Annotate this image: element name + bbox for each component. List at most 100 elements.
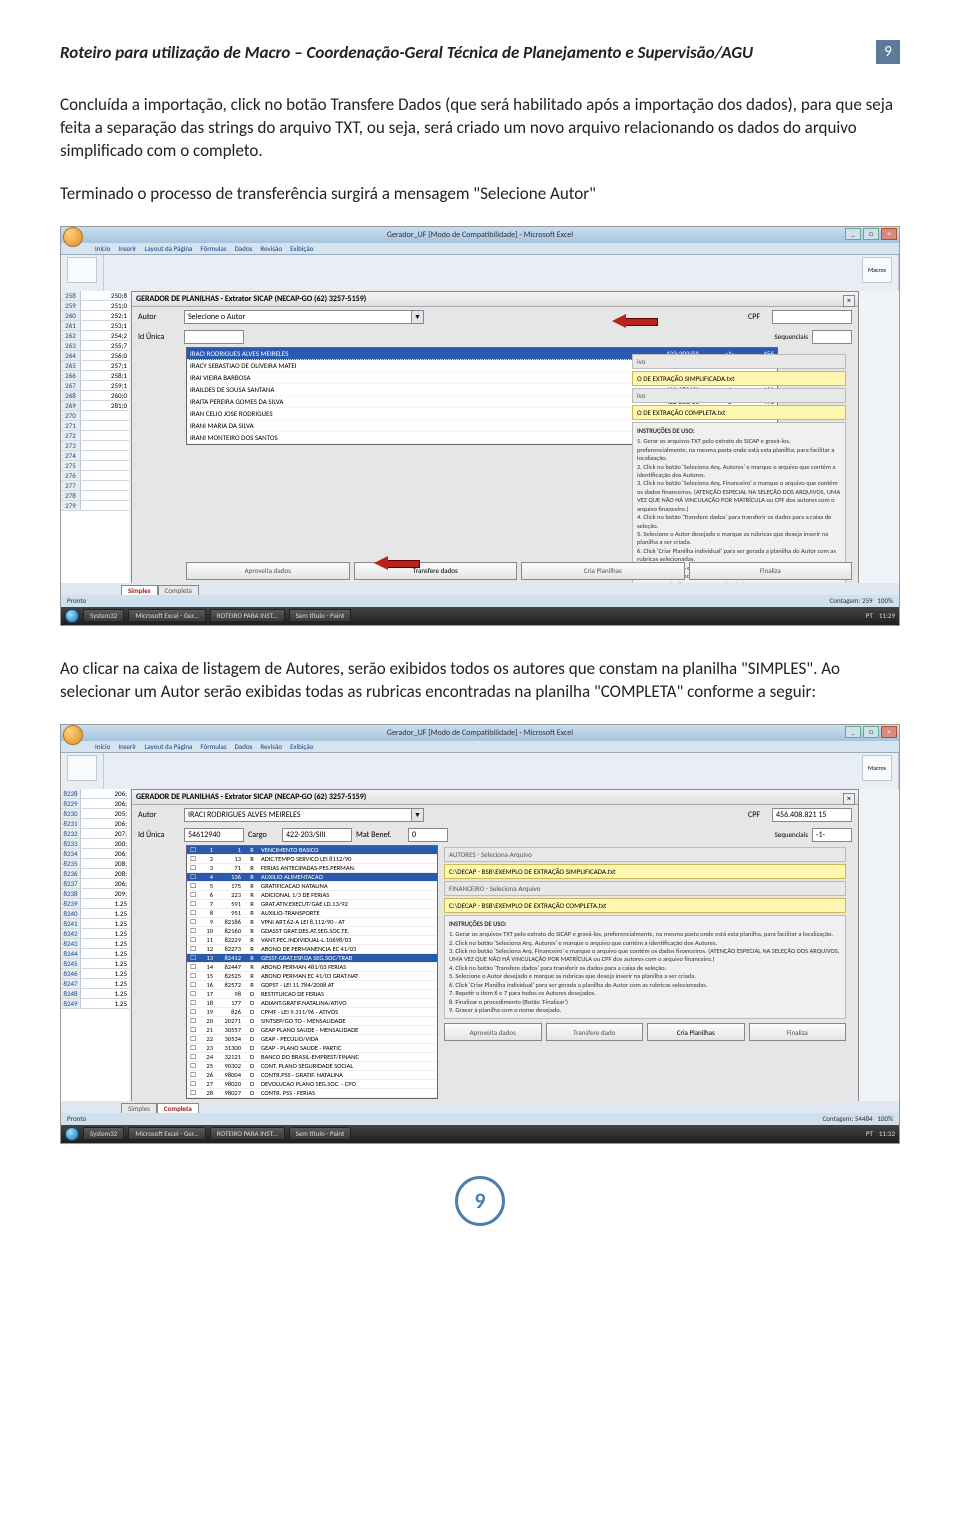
cpf-field[interactable]: 456.408.821 15 [772,808,852,822]
rubrica-row[interactable]: ☐1282273RABONO DE PERMANENCIA EC 41/03 [187,945,437,954]
rubrica-row[interactable]: ☐2020271DSINTSEP/GO TO - MENSALIDADE [187,1017,437,1026]
rubrica-row[interactable]: ☐6223RADICIONAL 1/3 DE FERIAS [187,891,437,900]
autores-file-button[interactable]: AUTORES - Seleciona Arquivo [444,847,846,862]
ribbon-tab[interactable]: Dados [235,742,253,751]
rubrica-row[interactable]: ☐4136RAUXILIO ALIMENTACAO [187,873,437,882]
sheet-tab-completa[interactable]: Completa [158,585,199,595]
taskbar-item[interactable]: System32 [83,1127,124,1140]
taskbar-item[interactable]: Sem título - Paint [289,609,352,622]
cpf-field[interactable] [772,310,852,324]
footer-page-bubble: 9 [455,1176,505,1226]
ribbon-tab[interactable]: Layout da Página [144,244,192,253]
rubrica-row[interactable]: ☐7591RGRAT.ATIV.EXECUT/GAE LD.13/92 [187,900,437,909]
ribbon-tab[interactable]: Fórmulas [200,742,226,751]
ribbon-tab[interactable]: Início [95,244,110,253]
rubrica-row[interactable]: ☐2698004DCONTR.PSS - GRATIF. NATALINA [187,1071,437,1080]
id-unica-field[interactable]: 54612940 [184,828,244,842]
close-icon[interactable]: × [881,726,897,738]
rubrica-row[interactable]: ☐213RADIC.TEMPO SERVICO LEI 8112/90 [187,855,437,864]
rubrica-row[interactable]: ☐371RFERIAS ANTECIPADAS-PES.PERMAN. [187,864,437,873]
compl-file-button[interactable]: ivo [632,388,846,403]
start-button-icon[interactable] [65,609,79,623]
finaliza-button[interactable]: Finaliza [689,562,853,580]
ribbon-tab[interactable]: Revisão [260,244,282,253]
mat-benef-field[interactable]: 0 [408,828,448,842]
rubrica-row[interactable]: ☐1482447RABONO PERMAN 481/03 FERIAS [187,963,437,972]
rubrica-row[interactable]: ☐1182229RVANT.PEC.INDIVIDUAL-L.10698/03 [187,936,437,945]
ribbon-tab[interactable]: Início [95,742,110,751]
rubrica-row[interactable]: ☐19826DCPMF - LEI 9.311/96 - ATIVOS [187,1008,437,1017]
rubrica-row[interactable]: ☐1682572RGDPST - LEI 11.784/2008 AT [187,981,437,990]
taskbar-item[interactable]: Microsoft Excel - Ger... [128,609,205,622]
worksheet-row: 259251;0 [61,301,129,311]
ribbon-tab[interactable]: Layout da Página [144,742,192,751]
sheet-tab-simples[interactable]: Simples [121,1103,157,1113]
ribbon-tab[interactable]: Inserir [118,742,136,751]
close-icon[interactable]: × [881,228,897,240]
rubrica-row[interactable]: ☐2898027DCONTR. PSS - FERIAS [187,1089,437,1098]
sheet-tab-completa[interactable]: Completa [157,1103,199,1113]
rubrica-row[interactable]: ☐5175RGRATIFICACAO NATALINA [187,882,437,891]
ribbon-tab[interactable]: Dados [235,244,253,253]
taskbar-item[interactable]: Microsoft Excel - Ger... [128,1127,205,1140]
taskbar-item[interactable]: ROTEIRO PARA INST... [210,609,285,622]
sequenciais-field[interactable]: -1- [812,828,852,842]
worksheet-row: 82421.25 [61,929,129,939]
aproveita-dados-button[interactable]: Aproveita dados [186,562,350,580]
normal-view-button[interactable] [67,257,97,283]
rubrica-row[interactable]: ☐18177DADIANT.GRATIF.NATALINA/ATIVO [187,999,437,1008]
maximize-icon[interactable]: □ [863,726,879,738]
rubrica-row[interactable]: ☐1798DRESTITUICAO DE FERIAS [187,990,437,999]
rubrica-row[interactable]: ☐2331300DGEAP - PLANO SAUDE - PARTIC [187,1044,437,1053]
pane-close-icon[interactable]: × [843,295,855,307]
rubrica-row[interactable]: ☐982186RVPNI ART.62-A LEI 8.112/90 - AT [187,918,437,927]
rubrica-row[interactable]: ☐8951RAUXILIO-TRANSPORTE [187,909,437,918]
dropdown-icon[interactable]: ▼ [411,311,423,323]
sequenciais-field[interactable] [812,330,852,344]
worksheet-row: 82491.25 [61,999,129,1009]
finaliza-button[interactable]: Finaliza [749,1023,847,1041]
cria-planilhas-button[interactable]: Cria Planilhas [521,562,685,580]
rubrica-row[interactable]: ☐2432121DBANCO DO BRASIL-EMPREST/FINANC [187,1053,437,1062]
macros-button[interactable]: Macros [862,755,892,781]
rubrica-row[interactable]: ☐1382412RGESST-GRAT.ESP.DA SEG.SOC/TRAB [187,954,437,963]
ribbon-tab[interactable]: Fórmulas [200,244,226,253]
autor-combobox[interactable]: Selecione o Autor ▼ [184,310,424,324]
sheet-tab-simples[interactable]: Simples [121,585,158,595]
ribbon-tab[interactable]: Exibição [290,742,313,751]
ribbon-tab[interactable]: Revisão [260,742,282,751]
cria-planilhas-button[interactable]: Cria Planilhas [647,1023,745,1041]
simpl-file-button[interactable]: ivo [632,354,846,369]
office-button-icon[interactable] [63,227,83,247]
maximize-icon[interactable]: □ [863,228,879,240]
transfere-dados-button[interactable]: Transfere dado [546,1023,644,1041]
taskbar-item[interactable]: Sem título - Paint [289,1127,352,1140]
cargo-field[interactable]: 422-203/SIII [282,828,352,842]
rubrica-row[interactable]: ☐2590302DCONT. PLANO SEGURIDADE SOCIAL [187,1062,437,1071]
autor-combobox[interactable]: IRACI RODRIGUES ALVES MEIRELES ▼ [184,808,424,822]
rubrica-row[interactable]: ☐2130557DGEAP PLANO SAUDE - MENSALIDADE [187,1026,437,1035]
start-button-icon[interactable] [65,1127,79,1141]
normal-view-button[interactable] [67,755,97,781]
rubrica-row[interactable]: ☐2798020DDEVOLUCAO PLANO SEG.SOC. - CPO [187,1080,437,1089]
aproveita-dados-button[interactable]: Aproveita dados [444,1023,542,1041]
rubrica-list[interactable]: ☐11RVENCIMENTO BASICO☐213RADIC.TEMPO SER… [186,845,438,1099]
rubrica-row[interactable]: ☐2230534DGEAP - PECULIO/VIDA [187,1035,437,1044]
minimize-icon[interactable]: _ [845,228,861,240]
ribbon-tab[interactable]: Exibição [290,244,313,253]
pane-close-icon[interactable]: × [843,793,855,805]
office-button-icon[interactable] [63,725,83,745]
ribbon-tab[interactable]: Inserir [118,244,136,253]
minimize-icon[interactable]: _ [845,726,861,738]
financeiro-file-button[interactable]: FINANCEIRO - Seleciona Arquivo [444,881,846,896]
dropdown-icon[interactable]: ▼ [411,809,423,821]
rubrica-row[interactable]: ☐11RVENCIMENTO BASICO [187,846,437,855]
id-unica-field[interactable] [184,330,244,344]
taskbar-item[interactable]: ROTEIRO PARA INST... [210,1127,285,1140]
rubrica-row[interactable]: ☐1582525RABONO PERMAN EC 41/03 GRAT.NAT [187,972,437,981]
autor-label: Autor [138,312,180,322]
rubrica-row[interactable]: ☐1082160RGDASST GRAT.DES.AT.SEG.SOC.TE. [187,927,437,936]
document-title: Roteiro para utilização de Macro – Coord… [60,42,876,63]
taskbar-item[interactable]: System32 [83,609,124,622]
macros-button[interactable]: Macros [862,257,892,283]
